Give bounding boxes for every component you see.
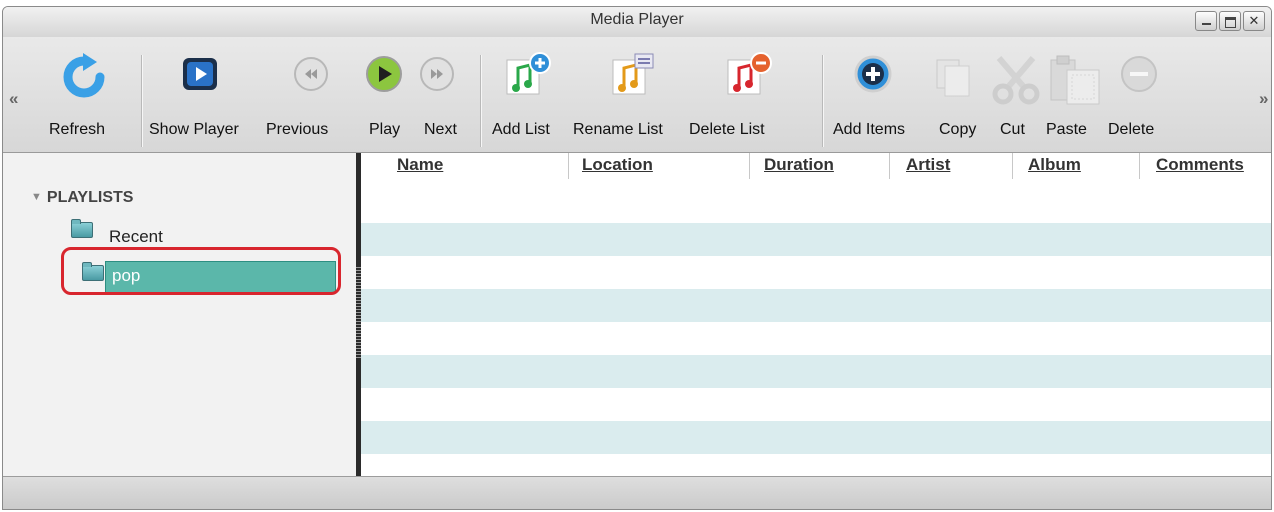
next-label: Next [424, 121, 457, 138]
column-header-artist[interactable]: Artist [906, 155, 950, 175]
table-row[interactable] [361, 256, 1271, 289]
previous-icon [294, 57, 328, 91]
play-icon [366, 56, 402, 92]
track-table: Name Location Duration Artist Album Comm… [361, 153, 1271, 476]
column-header-album[interactable]: Album [1028, 155, 1081, 175]
previous-label: Previous [266, 121, 329, 138]
status-bar [3, 476, 1271, 509]
toolbar-divider [141, 55, 143, 147]
selection-highlight-outline [61, 247, 341, 295]
copy-label: Copy [939, 121, 977, 138]
media-player-window: Media Player « » Refresh Show Player [2, 6, 1272, 510]
table-row[interactable] [361, 289, 1271, 322]
add-items-icon [854, 55, 892, 93]
delete-list-label: Delete List [689, 121, 765, 138]
sidebar-item-recent[interactable]: Recent [109, 227, 163, 247]
copy-icon [936, 59, 970, 97]
column-header-name[interactable]: Name [397, 155, 443, 175]
table-row[interactable] [361, 355, 1271, 388]
paste-icon [1050, 55, 1100, 105]
add-list-icon [506, 52, 551, 95]
window-title: Media Player [590, 11, 684, 28]
toolbar-divider [822, 55, 824, 147]
add-list-label: Add List [492, 121, 550, 138]
table-row[interactable] [361, 421, 1271, 454]
playlists-section-title: PLAYLISTS [46, 189, 134, 206]
playlist-sidebar: ▼ PLAYLISTS Recent pop [3, 153, 356, 476]
column-header-comments[interactable]: Comments [1156, 155, 1244, 175]
minimize-button[interactable] [1195, 11, 1217, 31]
refresh-label: Refresh [49, 121, 106, 138]
title-bar: Media Player [3, 7, 1271, 37]
play-label: Play [369, 121, 401, 138]
cut-icon [992, 56, 1040, 105]
column-header-duration[interactable]: Duration [764, 155, 834, 175]
folder-icon [71, 219, 93, 238]
toolbar: « » Refresh Show Player Previous Play Ne… [3, 37, 1271, 153]
toolbar-divider [480, 55, 482, 147]
rename-list-label: Rename List [573, 121, 663, 138]
paste-label: Paste [1046, 121, 1087, 138]
scroll-left-chevron-icon[interactable]: « [9, 89, 18, 109]
column-divider[interactable] [749, 153, 750, 179]
close-button[interactable] [1243, 11, 1265, 31]
scroll-right-chevron-icon[interactable]: » [1259, 89, 1268, 109]
column-divider[interactable] [1012, 153, 1013, 179]
delete-list-icon [727, 52, 772, 95]
column-divider[interactable] [1139, 153, 1140, 179]
collapse-triangle-icon[interactable]: ▼ [31, 191, 42, 203]
table-row[interactable] [361, 388, 1271, 421]
cut-label: Cut [1000, 121, 1025, 138]
table-row[interactable] [361, 190, 1271, 223]
delete-label: Delete [1108, 121, 1155, 138]
maximize-button[interactable] [1219, 11, 1241, 31]
column-header-location[interactable]: Location [582, 155, 653, 175]
next-icon [420, 57, 454, 91]
rename-list-icon [612, 53, 654, 95]
add-items-label: Add Items [833, 121, 906, 138]
playlists-section-header[interactable]: ▼ PLAYLISTS [31, 189, 133, 207]
window-controls [1195, 11, 1265, 31]
table-row[interactable] [361, 223, 1271, 256]
refresh-icon [63, 53, 105, 98]
show-player-icon [183, 58, 217, 90]
column-divider[interactable] [568, 153, 569, 179]
table-row[interactable] [361, 322, 1271, 355]
show-player-label: Show Player [149, 121, 239, 138]
column-divider[interactable] [889, 153, 890, 179]
delete-icon [1121, 56, 1157, 92]
